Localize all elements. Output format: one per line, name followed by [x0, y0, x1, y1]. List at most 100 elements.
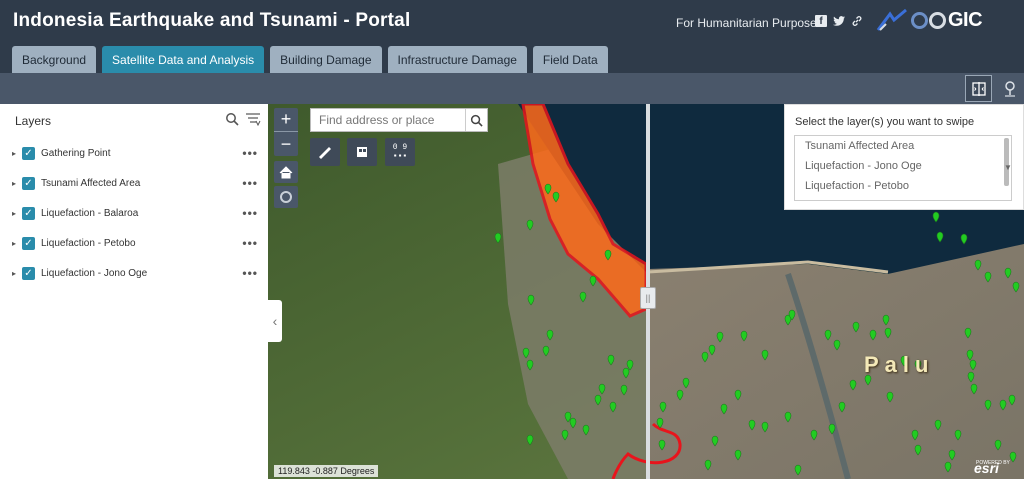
gathering-point-marker[interactable] — [620, 384, 628, 396]
layer-item-liquefaction-balaroa[interactable]: ▸ ✓ Liquefaction - Balaroa ••• — [12, 204, 258, 222]
gathering-point-marker[interactable] — [711, 435, 719, 447]
twitter-icon[interactable] — [833, 15, 845, 27]
expand-caret-icon[interactable]: ▸ — [12, 179, 22, 188]
gathering-point-marker[interactable] — [849, 379, 857, 391]
gathering-point-marker[interactable] — [761, 349, 769, 361]
gathering-point-marker[interactable] — [598, 383, 606, 395]
layer-options-icon[interactable]: ••• — [242, 146, 258, 160]
gathering-point-marker[interactable] — [552, 191, 560, 203]
gathering-point-marker[interactable] — [708, 344, 716, 356]
home-button[interactable] — [274, 161, 298, 183]
gathering-point-marker[interactable] — [734, 449, 742, 461]
gathering-point-marker[interactable] — [526, 434, 534, 446]
search-icon[interactable] — [225, 112, 239, 126]
gathering-point-marker[interactable] — [911, 429, 919, 441]
gathering-point-marker[interactable] — [701, 351, 709, 363]
gathering-point-marker[interactable] — [582, 424, 590, 436]
gathering-point-marker[interactable] — [954, 429, 962, 441]
gathering-point-marker[interactable] — [964, 327, 972, 339]
zoom-out-button[interactable]: − — [274, 132, 298, 156]
gathering-point-marker[interactable] — [794, 464, 802, 476]
gathering-point-marker[interactable] — [748, 419, 756, 431]
gathering-point-marker[interactable] — [936, 231, 944, 243]
gathering-point-marker[interactable] — [522, 347, 530, 359]
search-input[interactable] — [311, 109, 465, 131]
gathering-point-marker[interactable] — [589, 275, 597, 287]
layer-item-liquefaction-petobo[interactable]: ▸ ✓ Liquefaction - Petobo ••• — [12, 234, 258, 252]
layer-checkbox[interactable]: ✓ — [22, 266, 35, 280]
filter-list-icon[interactable] — [245, 112, 261, 126]
gathering-point-marker[interactable] — [994, 439, 1002, 451]
gathering-point-marker[interactable] — [960, 233, 968, 245]
gathering-point-marker[interactable] — [984, 271, 992, 283]
layer-list-button[interactable] — [347, 138, 377, 166]
gathering-point-marker[interactable] — [1004, 267, 1012, 279]
gathering-point-marker[interactable] — [882, 314, 890, 326]
gathering-point-marker[interactable] — [984, 399, 992, 411]
gathering-point-marker[interactable] — [609, 401, 617, 413]
gathering-point-marker[interactable] — [944, 461, 952, 473]
swipe-option[interactable]: Liquefaction - Petobo — [795, 176, 1011, 196]
gathering-point-marker[interactable] — [934, 419, 942, 431]
locate-button[interactable] — [274, 186, 298, 208]
collapse-panel-button[interactable]: ‹ — [268, 300, 282, 342]
measure-tool-button[interactable] — [310, 138, 340, 166]
gathering-point-marker[interactable] — [542, 345, 550, 357]
gathering-point-marker[interactable] — [561, 429, 569, 441]
gathering-point-marker[interactable] — [966, 349, 974, 361]
swipe-layer-list[interactable]: Tsunami Affected Area Liquefaction - Jon… — [794, 135, 1012, 201]
gathering-point-marker[interactable] — [546, 329, 554, 341]
gathering-point-marker[interactable] — [1009, 451, 1017, 463]
dropdown-arrow-icon[interactable]: ▼ — [1004, 163, 1012, 172]
gathering-point-marker[interactable] — [886, 391, 894, 403]
gathering-point-marker[interactable] — [828, 423, 836, 435]
layer-checkbox[interactable]: ✓ — [22, 176, 35, 190]
gathering-point-marker[interactable] — [852, 321, 860, 333]
gathering-point-marker[interactable] — [967, 371, 975, 383]
gathering-point-marker[interactable] — [656, 417, 664, 429]
layer-options-icon[interactable]: ••• — [242, 266, 258, 280]
gathering-point-marker[interactable] — [569, 417, 577, 429]
gathering-point-marker[interactable] — [658, 439, 666, 451]
gathering-point-marker[interactable] — [810, 429, 818, 441]
gathering-point-marker[interactable] — [579, 291, 587, 303]
gathering-point-marker[interactable] — [682, 377, 690, 389]
gathering-point-marker[interactable] — [784, 411, 792, 423]
layer-options-icon[interactable]: ••• — [242, 206, 258, 220]
layer-item-liquefaction-jono-oge[interactable]: ▸ ✓ Liquefaction - Jono Oge ••• — [12, 264, 258, 282]
tab-building-damage[interactable]: Building Damage — [270, 46, 382, 73]
gathering-point-marker[interactable] — [626, 359, 634, 371]
gathering-point-marker[interactable] — [914, 444, 922, 456]
expand-caret-icon[interactable]: ▸ — [12, 269, 22, 278]
gathering-point-marker[interactable] — [527, 294, 535, 306]
place-pin-button[interactable] — [996, 75, 1023, 102]
gathering-point-marker[interactable] — [704, 459, 712, 471]
search-button[interactable] — [465, 109, 487, 131]
gathering-point-marker[interactable] — [544, 183, 552, 195]
swipe-option[interactable]: Liquefaction - Jono Oge — [795, 156, 1011, 176]
gathering-point-marker[interactable] — [761, 421, 769, 433]
gathering-point-marker[interactable] — [970, 383, 978, 395]
gathering-point-marker[interactable] — [838, 401, 846, 413]
gathering-point-marker[interactable] — [999, 399, 1007, 411]
gathering-point-marker[interactable] — [740, 330, 748, 342]
expand-caret-icon[interactable]: ▸ — [12, 209, 22, 218]
gathering-point-marker[interactable] — [676, 389, 684, 401]
gathering-point-marker[interactable] — [932, 211, 940, 223]
layer-options-icon[interactable]: ••• — [242, 176, 258, 190]
link-icon[interactable] — [851, 15, 863, 27]
tab-field-data[interactable]: Field Data — [532, 46, 608, 73]
gathering-point-marker[interactable] — [720, 403, 728, 415]
gathering-point-marker[interactable] — [494, 232, 502, 244]
swipe-tool-button[interactable] — [965, 75, 992, 102]
layer-checkbox[interactable]: ✓ — [22, 236, 35, 250]
list-scrollbar[interactable] — [1004, 138, 1009, 186]
gathering-point-marker[interactable] — [622, 367, 630, 379]
gathering-point-marker[interactable] — [1012, 281, 1020, 293]
gathering-point-marker[interactable] — [594, 394, 602, 406]
swipe-handle[interactable]: || — [640, 287, 656, 309]
gathering-point-marker[interactable] — [833, 339, 841, 351]
gathering-point-marker[interactable] — [526, 219, 534, 231]
layer-item-tsunami-affected-area[interactable]: ▸ ✓ Tsunami Affected Area ••• — [12, 174, 258, 192]
gathering-point-marker[interactable] — [1008, 394, 1016, 406]
